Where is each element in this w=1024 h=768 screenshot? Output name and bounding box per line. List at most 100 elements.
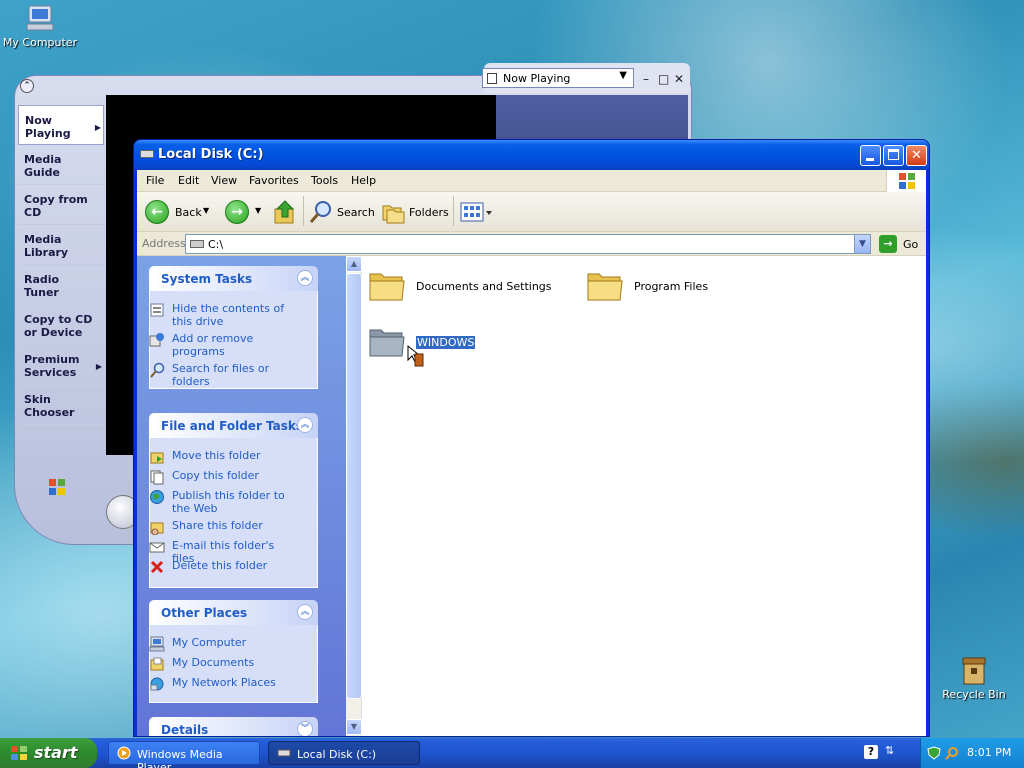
drive-icon: [190, 240, 204, 248]
add-remove-programs-icon: [149, 333, 164, 347]
file-list[interactable]: ▲ ▼ Documents and Settings Program Files…: [346, 256, 926, 736]
media-player-nav-item[interactable]: Copy to CD or Device: [18, 305, 104, 345]
menu-edit[interactable]: Edit: [178, 174, 199, 187]
globe-icon: [150, 490, 164, 504]
address-input[interactable]: C:\ ▼: [185, 234, 871, 254]
forward-button[interactable]: →: [225, 198, 251, 226]
up-button[interactable]: [273, 198, 299, 226]
options-icon[interactable]: ⌃: [20, 79, 34, 93]
forward-history-dropdown[interactable]: ▼: [255, 198, 265, 226]
media-player-nav-item[interactable]: Now Playing ▶: [18, 105, 104, 145]
media-player-minimize-button[interactable]: –: [643, 72, 649, 86]
media-player-nav-item[interactable]: Skin Chooser: [18, 385, 104, 425]
taskbar-button-local-disk[interactable]: Local Disk (C:): [268, 741, 420, 765]
security-shield-icon[interactable]: [927, 746, 941, 760]
menu-tools[interactable]: Tools: [311, 174, 338, 187]
close-icon: ✕: [911, 148, 922, 163]
views-icon: [460, 202, 492, 222]
media-player-nav-label: Radio Tuner: [24, 273, 60, 299]
hide-contents-icon: [150, 303, 164, 317]
details-title: Details: [161, 723, 209, 736]
folder-icon: [587, 273, 623, 301]
media-player-nav-label: Copy to CD or Device: [24, 313, 93, 339]
search-label: Search: [337, 206, 375, 219]
explorer-window[interactable]: Local Disk (C:) ✕ File Edit View Favorit…: [133, 139, 930, 737]
file-folder-tasks-header[interactable]: File and Folder Tasks ︽: [149, 413, 318, 438]
title-bar[interactable]: Local Disk (C:) ✕: [134, 140, 929, 170]
menu-favorites[interactable]: Favorites: [249, 174, 299, 187]
note-icon: [487, 73, 497, 84]
media-player-nav-item[interactable]: Radio Tuner: [18, 265, 104, 305]
search-icon: [150, 362, 165, 378]
menu-view[interactable]: View: [211, 174, 237, 187]
folders-button[interactable]: Folders: [381, 198, 449, 226]
expand-chevron-icon[interactable]: ︾: [297, 721, 313, 736]
now-playing-combo[interactable]: Now Playing ▼: [482, 68, 634, 88]
scroll-down-button[interactable]: ▼: [346, 719, 362, 735]
task-label: Copy this folder: [172, 469, 259, 482]
media-player-maximize-button[interactable]: □: [658, 72, 669, 86]
search-button[interactable]: Search: [309, 198, 375, 226]
scroll-up-button[interactable]: ▲: [346, 256, 362, 272]
menu-file[interactable]: File: [146, 174, 164, 187]
system-tasks-header[interactable]: System Tasks ︽: [149, 266, 318, 291]
network-icon[interactable]: ⇅: [885, 744, 899, 760]
forward-arrow-icon: →: [225, 200, 249, 224]
folder-program-files[interactable]: Program Files: [586, 268, 736, 308]
views-button[interactable]: [459, 198, 495, 226]
address-bar: Address C:\ ▼ → Go: [137, 232, 926, 256]
network-places-icon: [150, 677, 164, 691]
toolbar-separator: [303, 196, 304, 226]
vertical-scrollbar[interactable]: ▲ ▼: [346, 256, 362, 736]
menu-help[interactable]: Help: [351, 174, 376, 187]
task-label: My Computer: [172, 636, 247, 649]
menu-bar: File Edit View Favorites Tools Help: [137, 170, 926, 192]
minimize-button[interactable]: [860, 145, 881, 166]
desktop-icon-my-computer[interactable]: My Computer: [0, 4, 80, 49]
back-history-dropdown[interactable]: ▼: [203, 198, 213, 226]
desktop-icon-recycle-bin[interactable]: Recycle Bin: [934, 656, 1014, 701]
busy-cursor-icon: [407, 344, 424, 367]
back-label: Back: [175, 206, 202, 219]
chevron-right-icon: ▶: [95, 362, 102, 371]
task-label: My Documents: [172, 656, 255, 669]
taskbar-button-media-player[interactable]: Windows Media Player: [108, 741, 260, 768]
windows-flag-icon: [11, 746, 27, 760]
task-label: Hide the contents of this drive: [172, 302, 285, 328]
media-player-icon: [117, 746, 131, 760]
back-button[interactable]: ← Back: [145, 198, 207, 226]
address-value: C:\: [208, 238, 224, 251]
folder-name: Documents and Settings: [416, 280, 552, 293]
help-icon[interactable]: ?: [864, 745, 878, 759]
windows-logo-icon: [886, 170, 926, 192]
folder-windows[interactable]: WINDOWS: [368, 324, 498, 367]
folders-icon: [382, 205, 405, 224]
go-button[interactable]: → Go: [877, 234, 923, 254]
scroll-thumb[interactable]: [346, 273, 362, 699]
media-player-nav-item[interactable]: Copy from CD: [18, 185, 104, 225]
now-playing-combo-label: Now Playing: [503, 72, 571, 85]
media-player-nav-item[interactable]: Media Guide: [18, 145, 104, 185]
window-title: Local Disk (C:): [158, 147, 264, 162]
media-player-nav-item[interactable]: Premium Services ▶: [18, 345, 104, 385]
search-icon[interactable]: [945, 746, 959, 760]
media-player-nav-item[interactable]: Media Library: [18, 225, 104, 265]
collapse-chevron-icon[interactable]: ︽: [297, 604, 313, 620]
close-button[interactable]: ✕: [906, 145, 927, 166]
media-player-nav-label: Copy from CD: [24, 193, 88, 219]
task-pane: System Tasks ︽ Hide the contents of this…: [137, 256, 346, 736]
maximize-button[interactable]: [883, 145, 904, 166]
start-button[interactable]: start: [0, 738, 97, 768]
details-header[interactable]: Details ︾: [149, 717, 318, 736]
taskbar: start Windows Media Player Local Disk (C…: [0, 738, 1024, 768]
up-folder-icon: [274, 200, 295, 224]
collapse-chevron-icon[interactable]: ︽: [297, 270, 313, 286]
other-places-header[interactable]: Other Places ︽: [149, 600, 318, 625]
task-label: Search for files or folders: [172, 362, 270, 388]
move-folder-icon: [150, 452, 164, 464]
collapse-chevron-icon[interactable]: ︽: [297, 417, 313, 433]
address-dropdown-chevron-icon[interactable]: ▼: [854, 235, 870, 253]
clock[interactable]: 8:01 PM: [967, 746, 1011, 759]
media-player-close-button[interactable]: ✕: [674, 72, 684, 86]
folder-documents-and-settings[interactable]: Documents and Settings: [368, 268, 568, 308]
